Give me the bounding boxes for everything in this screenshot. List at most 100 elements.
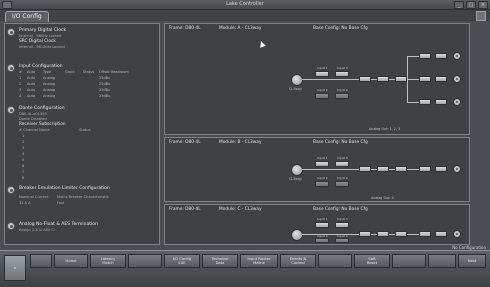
output-block[interactable]: [419, 99, 431, 105]
module-knob-icon[interactable]: [291, 164, 303, 176]
next-button[interactable]: Next: [458, 254, 486, 268]
home-icon-button[interactable]: ⌂: [4, 255, 26, 281]
aes-assign-line[interactable]: Assign 1-4 ☑ AES ☐: [19, 228, 55, 232]
back-button[interactable]: [30, 254, 52, 268]
input-3-block[interactable]: [335, 161, 349, 167]
output-block[interactable]: [419, 53, 431, 59]
input-router-matrix-button[interactable]: Input Router Matrix: [240, 254, 278, 268]
dante-icon[interactable]: [7, 106, 15, 114]
input-4-block[interactable]: [335, 93, 349, 99]
process-block[interactable]: [377, 231, 389, 237]
input-2-block[interactable]: [315, 181, 329, 187]
tab-strip: I/O Config: [0, 10, 490, 22]
table-cell[interactable]: 25dBu: [99, 88, 110, 92]
table-cell[interactable]: Analog: [43, 88, 55, 92]
input-4-block[interactable]: [335, 238, 349, 243]
table-cell[interactable]: Auto: [27, 94, 35, 98]
table-cell: 2: [19, 82, 22, 86]
home-button[interactable]: Home: [54, 254, 88, 268]
blank-button[interactable]: [428, 254, 456, 268]
list-item[interactable]: 8: [22, 176, 24, 180]
process-block[interactable]: [395, 231, 407, 237]
list-item[interactable]: 4: [22, 152, 24, 156]
output-block[interactable]: [435, 53, 447, 59]
table-cell: 1: [19, 76, 22, 80]
blank-button[interactable]: [128, 254, 162, 268]
process-block[interactable]: [359, 76, 371, 82]
module-knob-icon[interactable]: [291, 74, 303, 86]
receiver-list: 1 2 3 4 5 6 7 8: [19, 134, 119, 184]
list-item[interactable]: 2: [22, 140, 24, 144]
col-header: Offset Headroom: [99, 70, 129, 74]
speaker-icon[interactable]: [453, 165, 461, 173]
table-cell[interactable]: 25dBu: [99, 94, 110, 98]
table-cell[interactable]: Analog: [43, 82, 55, 86]
output-block[interactable]: [419, 231, 431, 237]
table-cell[interactable]: 25dBu: [99, 82, 110, 86]
soft-reset-button[interactable]: Soft Reset: [354, 254, 390, 268]
signal-wire: [389, 234, 395, 235]
output-block[interactable]: [419, 166, 431, 172]
breaker-current-value[interactable]: 32.0 A: [19, 201, 31, 205]
signal-wire: [371, 234, 377, 235]
input-1-block[interactable]: [315, 71, 329, 77]
input-2-block[interactable]: [315, 93, 329, 99]
receiver-subscription-title: Receiver Subscription: [19, 122, 66, 127]
output-block[interactable]: [435, 231, 447, 237]
process-block[interactable]: [359, 166, 371, 172]
list-item[interactable]: 1: [22, 134, 24, 138]
table-cell[interactable]: Auto: [27, 76, 35, 80]
list-item[interactable]: 3: [22, 146, 24, 150]
list-item[interactable]: 6: [22, 164, 24, 168]
table-cell[interactable]: 25dBu: [99, 76, 110, 80]
technical-data-button[interactable]: Technical Data: [202, 254, 238, 268]
clock-icon[interactable]: [7, 28, 15, 36]
output-block[interactable]: [419, 76, 431, 82]
receiver-col-channel: # Channel Name: [19, 128, 50, 132]
table-cell[interactable]: Auto: [27, 88, 35, 92]
home-icon: ⌂: [13, 266, 17, 270]
list-item[interactable]: 5: [22, 158, 24, 162]
input-4-block[interactable]: [335, 181, 349, 187]
process-block[interactable]: [395, 76, 407, 82]
table-cell[interactable]: Auto: [27, 82, 35, 86]
speaker-icon[interactable]: [453, 230, 461, 238]
minimize-icon[interactable]: _: [454, 1, 464, 9]
blank-button[interactable]: [318, 254, 352, 268]
signal-wire: [389, 79, 395, 80]
maximize-icon[interactable]: □: [466, 1, 476, 9]
input-1-block[interactable]: [315, 222, 329, 228]
expand-icon[interactable]: [476, 11, 486, 21]
aes-icon[interactable]: [7, 222, 15, 230]
speaker-icon[interactable]: [453, 75, 461, 83]
list-item[interactable]: 7: [22, 170, 24, 174]
input-2-block[interactable]: [315, 238, 329, 243]
input-label: Input 4: [337, 88, 348, 92]
process-block[interactable]: [377, 166, 389, 172]
process-block[interactable]: [377, 76, 389, 82]
input-3-block[interactable]: [335, 222, 349, 228]
speaker-icon[interactable]: [453, 52, 461, 60]
module-knob-icon[interactable]: [291, 229, 303, 241]
speaker-icon[interactable]: [453, 98, 461, 106]
output-block[interactable]: [435, 99, 447, 105]
input-3-block[interactable]: [335, 71, 349, 77]
io-config-button[interactable]: I/O Config EXE: [164, 254, 200, 268]
events-control-button[interactable]: Events & Control: [280, 254, 316, 268]
tab-io-config[interactable]: I/O Config: [5, 11, 49, 22]
output-block[interactable]: [435, 166, 447, 172]
close-icon[interactable]: ×: [478, 1, 488, 9]
analog-out-label: Analog Out: 1, 2, 3: [369, 127, 401, 131]
input-1-block[interactable]: [315, 161, 329, 167]
process-block[interactable]: [395, 166, 407, 172]
output-block[interactable]: [435, 76, 447, 82]
breaker-characteristic-value[interactable]: Fast: [57, 201, 64, 205]
table-cell[interactable]: Analog: [43, 94, 55, 98]
signal-wire: [407, 102, 419, 103]
process-block[interactable]: [359, 231, 371, 237]
latency-match-button[interactable]: Latency Match: [90, 254, 126, 268]
table-cell[interactable]: Analog: [43, 76, 55, 80]
input-config-icon[interactable]: [7, 64, 15, 72]
blank-button[interactable]: [392, 254, 426, 268]
breaker-icon[interactable]: [7, 186, 15, 194]
